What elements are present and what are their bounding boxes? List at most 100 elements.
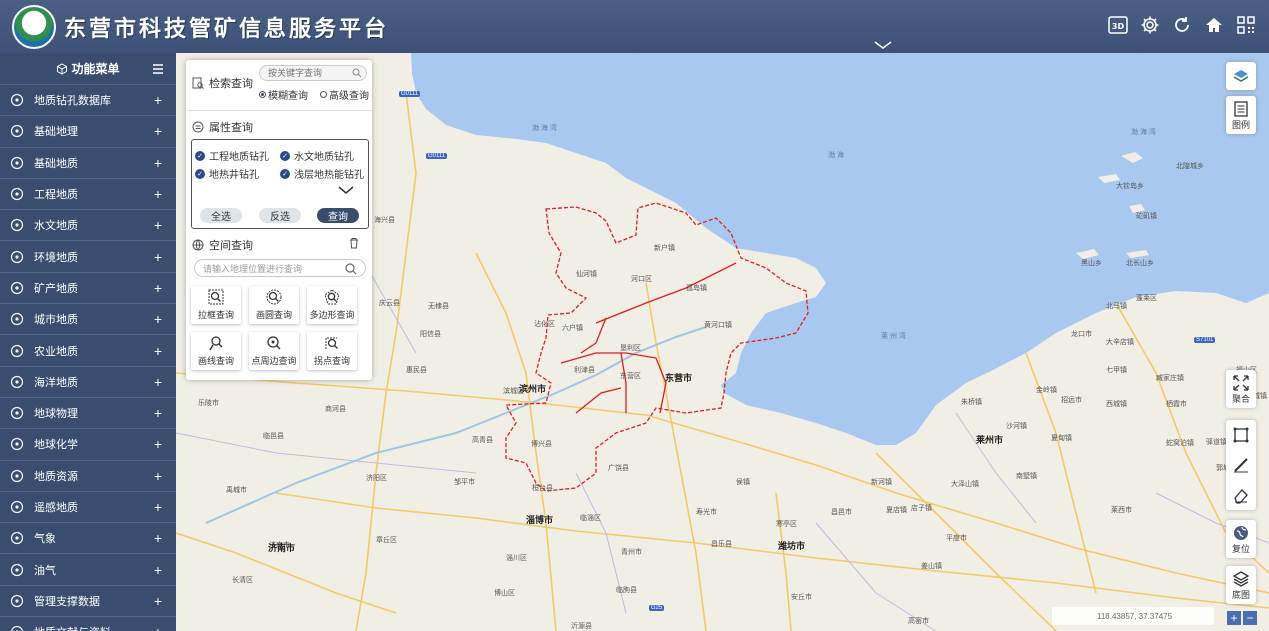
map-place-label: 侯镇 bbox=[736, 479, 750, 486]
menu-toggle-icon[interactable] bbox=[152, 63, 164, 75]
expand-plus-icon[interactable]: + bbox=[154, 530, 162, 546]
expand-plus-icon[interactable]: + bbox=[154, 92, 162, 108]
map-place-label: 南墅镇 bbox=[1016, 473, 1037, 480]
sidebar-item[interactable]: 基础地质 + bbox=[0, 148, 176, 179]
expand-plus-icon[interactable]: + bbox=[154, 436, 162, 452]
fish-icon bbox=[10, 375, 24, 388]
sidebar-item[interactable]: 水文地质 + bbox=[0, 210, 176, 242]
sidebar-item-label: 地质资源 bbox=[34, 470, 78, 483]
sidebar-item-label: 遥感地质 bbox=[34, 502, 78, 514]
map-place-label: 利津县 bbox=[574, 367, 595, 374]
check-geothermal-well[interactable]: ✓ 地热井钻孔 bbox=[195, 166, 259, 181]
sidebar-item[interactable]: 油气 + bbox=[0, 554, 176, 586]
corner-point-query-button[interactable]: 拐点查询 bbox=[307, 332, 357, 370]
aggregate-button[interactable]: 聚合 bbox=[1226, 370, 1256, 408]
expand-plus-icon[interactable]: + bbox=[154, 499, 162, 515]
expand-plus-icon[interactable]: + bbox=[154, 562, 162, 578]
map-place-label: 孤岛镇 bbox=[686, 285, 707, 292]
expand-plus-icon[interactable]: + bbox=[154, 374, 162, 390]
check-hydro-drill[interactable]: ✓ 水文地质钻孔 bbox=[280, 148, 354, 163]
map-place-label: 姜山镇 bbox=[921, 563, 942, 570]
map-place-label: 仙河镇 bbox=[576, 271, 597, 278]
invert-select-button[interactable]: 反选 bbox=[259, 208, 301, 223]
expand-plus-icon[interactable]: + bbox=[154, 217, 162, 233]
expand-plus-icon[interactable]: + bbox=[154, 249, 162, 265]
expand-plus-icon[interactable]: + bbox=[154, 280, 162, 296]
attr-checkbox-box: ✓ 工程地质钻孔 ✓ 水文地质钻孔 ✓ 地热井钻孔 ✓ 浅层地热能钻孔 全选 反选 查询 bbox=[191, 139, 369, 229]
expand-plus-icon[interactable]: + bbox=[154, 405, 162, 421]
sidebar-item[interactable]: 城市地质 + bbox=[0, 304, 176, 336]
layers-3d-button[interactable] bbox=[1226, 62, 1256, 90]
advanced-query-radio[interactable]: 高级查询 bbox=[320, 87, 369, 102]
grid-icon[interactable] bbox=[1235, 14, 1257, 36]
refresh-icon[interactable] bbox=[1171, 14, 1193, 36]
legend-button[interactable]: 图例 bbox=[1226, 96, 1256, 134]
zoom-in-button[interactable]: + bbox=[1227, 611, 1241, 625]
map-place-label: 章丘区 bbox=[376, 537, 397, 544]
sidebar-item-label: 地球化学 bbox=[34, 439, 78, 452]
map-place-label: 临淄区 bbox=[580, 515, 601, 522]
sidebar-item-label: 管理支撑数据 bbox=[34, 595, 100, 608]
expand-plus-icon[interactable]: + bbox=[154, 186, 162, 202]
map-place-label: 龙口市 bbox=[1071, 331, 1092, 338]
sidebar-item[interactable]: 气象 + bbox=[0, 523, 176, 555]
eraser-icon[interactable] bbox=[1232, 486, 1250, 504]
search-icon[interactable] bbox=[345, 263, 357, 275]
trash-icon[interactable] bbox=[348, 237, 360, 249]
sidebar-item[interactable]: 矿产地质 + bbox=[0, 273, 176, 305]
sidebar-item[interactable]: 农业地质 + bbox=[0, 335, 176, 367]
expand-plus-icon[interactable]: + bbox=[154, 468, 162, 484]
map-place-label: 无棣县 bbox=[428, 303, 449, 310]
map-place-label: 沂源县 bbox=[571, 623, 592, 630]
home-icon[interactable] bbox=[1203, 14, 1225, 36]
circle-query-button[interactable]: 画圆查询 bbox=[249, 286, 299, 324]
map-place-label: 淄川区 bbox=[506, 555, 527, 562]
sidebar-item-label: 环境地质 bbox=[34, 251, 78, 264]
district-lines bbox=[560, 262, 737, 414]
sidebar-item[interactable]: 基础地理 + bbox=[0, 116, 176, 148]
gear-icon[interactable] bbox=[1139, 14, 1161, 36]
search-icon[interactable] bbox=[352, 68, 362, 78]
point-around-query-button[interactable]: 点周边查询 bbox=[249, 332, 299, 370]
drop-icon bbox=[10, 563, 24, 576]
sidebar-item[interactable]: 地质资源 + bbox=[0, 461, 176, 492]
sidebar-item[interactable]: 海洋地质 + bbox=[0, 367, 176, 398]
sidebar-item[interactable]: 环境地质 + bbox=[0, 241, 176, 273]
map-place-label: 驿道镇 bbox=[1206, 439, 1227, 446]
line-query-button[interactable]: 画线查询 bbox=[191, 332, 241, 370]
basemap-button[interactable]: 底图 bbox=[1226, 566, 1256, 604]
chevron-down-icon[interactable] bbox=[338, 185, 354, 195]
expand-plus-icon[interactable]: + bbox=[154, 311, 162, 327]
zoom-out-button[interactable]: − bbox=[1243, 611, 1257, 625]
cube-icon bbox=[57, 62, 68, 75]
query-button[interactable]: 查询 bbox=[317, 208, 359, 223]
sidebar-item[interactable]: 遥感地质 + bbox=[0, 492, 176, 524]
expand-plus-icon[interactable]: + bbox=[154, 343, 162, 359]
sidebar-item[interactable]: 工程地质 + bbox=[0, 179, 176, 211]
sidebar-item[interactable]: 地球化学 + bbox=[0, 429, 176, 461]
select-all-button[interactable]: 全选 bbox=[200, 208, 242, 223]
fuzzy-query-radio[interactable]: 模糊查询 bbox=[259, 87, 308, 102]
expand-plus-icon[interactable]: + bbox=[154, 624, 162, 631]
area-measure-icon[interactable] bbox=[1232, 426, 1250, 444]
sidebar-item[interactable]: 地质钻孔数据库 + bbox=[0, 85, 176, 117]
sidebar-item[interactable]: 地质文献与资料 + bbox=[0, 617, 176, 631]
reset-button[interactable]: 复位 bbox=[1226, 520, 1256, 558]
box-query-button[interactable]: 拉框查询 bbox=[191, 286, 241, 324]
map-place-label: 大辛店镇 bbox=[1106, 339, 1134, 346]
sprout-icon bbox=[10, 344, 24, 357]
expand-plus-icon[interactable]: + bbox=[154, 155, 162, 171]
expand-plus-icon[interactable]: + bbox=[154, 123, 162, 139]
sidebar-item[interactable]: 地球物理 + bbox=[0, 398, 176, 430]
keyword-search-input[interactable] bbox=[259, 65, 367, 81]
expand-plus-icon[interactable]: + bbox=[154, 593, 162, 609]
ruler-icon[interactable] bbox=[1232, 456, 1250, 474]
polygon-query-button[interactable]: 多边形查询 bbox=[307, 286, 357, 324]
sidebar-item-label: 气象 bbox=[34, 533, 56, 546]
3d-icon[interactable]: 3D bbox=[1107, 14, 1129, 36]
check-shallow-geothermal[interactable]: ✓ 浅层地热能钻孔 bbox=[280, 166, 364, 181]
location-search-input[interactable]: 请输入地理位置进行查询 bbox=[194, 259, 366, 277]
check-engineering-drill[interactable]: ✓ 工程地质钻孔 bbox=[195, 148, 269, 163]
chevron-down-icon[interactable] bbox=[874, 40, 892, 50]
sidebar-item[interactable]: 管理支撑数据 + bbox=[0, 586, 176, 618]
